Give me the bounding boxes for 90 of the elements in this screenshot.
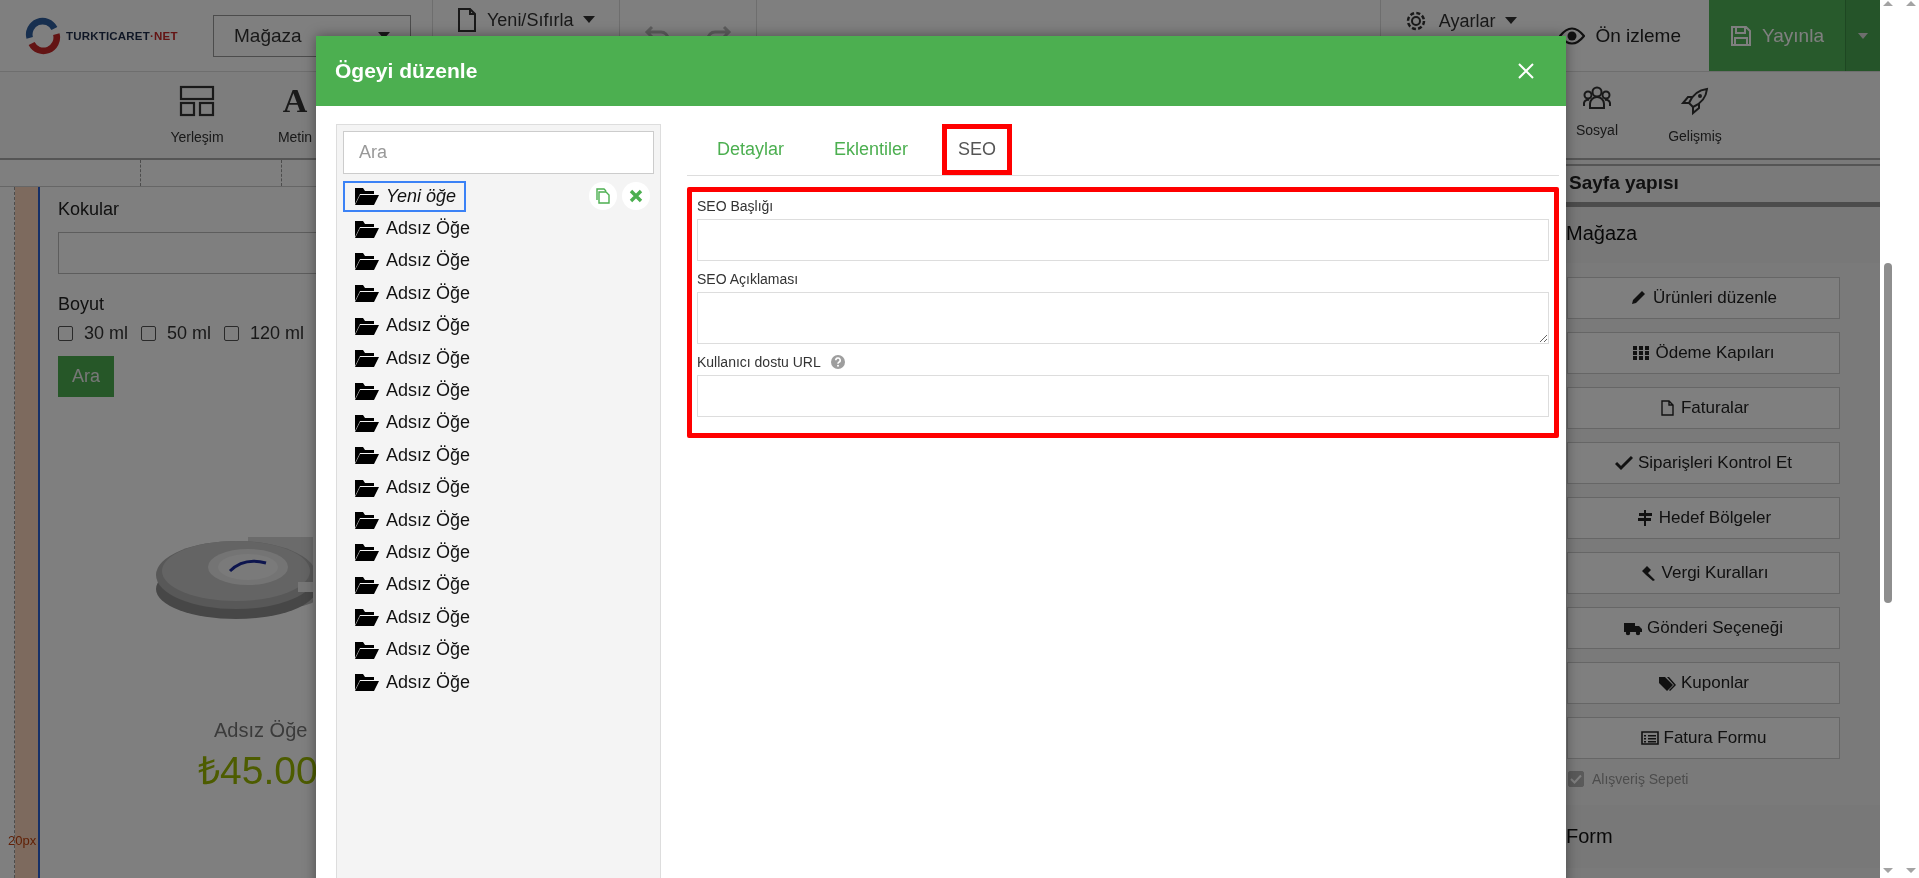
signpost-icon	[1635, 510, 1654, 526]
tab[interactable]: Detaylar	[701, 124, 801, 175]
panel-button[interactable]: Vergi Kuralları	[1567, 552, 1840, 594]
tree-item[interactable]: Adsız Öğe	[343, 277, 481, 309]
tree-item[interactable]: Adsız Öğe	[343, 601, 481, 633]
folder-icon	[354, 218, 380, 239]
grid-icon	[1632, 345, 1651, 361]
tree-item[interactable]: Adsız Öğe	[343, 666, 481, 698]
eye-icon	[1559, 26, 1586, 45]
new-reset-button[interactable]: Yeni/Sıfırla	[433, 8, 620, 32]
people-icon	[1582, 86, 1612, 110]
product-name: Adsız Öğe	[214, 719, 308, 742]
folder-icon	[354, 542, 380, 563]
preview-button[interactable]: Ön izleme	[1539, 24, 1709, 47]
toolbar-button[interactable]: Sosyal	[1552, 86, 1642, 144]
input-field[interactable]	[697, 219, 1549, 261]
file-icon	[457, 8, 477, 32]
field-label: SEO Başlığı	[697, 198, 774, 214]
tree-item[interactable]: Adsız Öğe	[343, 634, 481, 666]
tree-item[interactable]: Adsız Öğe	[343, 310, 481, 342]
help-icon[interactable]	[830, 355, 845, 369]
folder-icon	[354, 250, 380, 271]
panel-button[interactable]: Hedef Bölgeler	[1567, 497, 1840, 539]
size-label: Boyut	[58, 294, 105, 315]
size-option-label: 120 ml	[250, 323, 305, 344]
delete-icon[interactable]	[622, 182, 650, 211]
logo[interactable]: TURKTICARET·NET	[24, 16, 200, 55]
folder-icon	[354, 445, 380, 466]
tab[interactable]: Eklentiler	[818, 124, 925, 175]
size-checkbox[interactable]	[141, 326, 156, 341]
file-icon	[1658, 400, 1676, 416]
save-icon	[1730, 24, 1752, 47]
check-icon	[1615, 455, 1633, 471]
folder-icon	[354, 283, 380, 304]
cart-checkbox[interactable]	[1568, 771, 1584, 787]
tags-icon	[1657, 675, 1676, 691]
dialog-title: Ögeyi düzenle	[335, 59, 478, 83]
tree-item[interactable]: Adsız Öğe	[343, 569, 481, 601]
folder-icon	[354, 380, 380, 401]
folder-icon	[354, 607, 380, 628]
folder-icon	[354, 510, 380, 531]
tab[interactable]: SEO	[942, 124, 1013, 175]
panel-button[interactable]: Ödeme Kapıları	[1567, 332, 1840, 374]
tree-item[interactable]: Adsız Öğe	[343, 245, 481, 277]
caret-icon	[1858, 32, 1868, 39]
folder-icon	[354, 348, 380, 369]
product-price: ₺45.00	[198, 748, 318, 794]
size-checkbox[interactable]	[58, 326, 73, 341]
folder-icon	[354, 186, 380, 207]
input-field[interactable]	[697, 375, 1549, 417]
tree-item[interactable]: Adsız Öğe	[343, 375, 481, 407]
tree-item[interactable]: Adsız Öğe	[343, 439, 481, 471]
rocket-icon	[1680, 86, 1710, 116]
close-icon[interactable]	[1518, 63, 1534, 79]
settings-button[interactable]: Ayarlar	[1380, 8, 1540, 34]
folder-icon	[354, 639, 380, 660]
panel-button[interactable]: Kuponlar	[1567, 662, 1840, 704]
panel-button[interactable]: Gönderi Seçeneği	[1567, 607, 1840, 649]
tree-item[interactable]: Adsız Öğe	[343, 407, 481, 439]
toolbar-button[interactable]: Yerleşim	[152, 85, 242, 145]
field-label: SEO Açıklaması	[697, 271, 799, 287]
tree-item[interactable]: Adsız Öğe	[343, 342, 481, 374]
truck-icon	[1623, 620, 1642, 636]
margin-label: 20px	[8, 833, 37, 848]
folder-icon	[354, 315, 380, 336]
caret-icon	[583, 16, 596, 24]
size-option-label: 30 ml	[84, 323, 128, 344]
panel-button[interactable]: Siparişleri Kontrol Et	[1567, 442, 1840, 484]
folder-icon	[354, 477, 380, 498]
tree-item[interactable]: Adsız Öğe	[343, 537, 481, 568]
tree-item[interactable]: Yeni öğe	[343, 180, 467, 212]
folder-icon	[354, 412, 380, 433]
tree-item[interactable]: Adsız Öğe	[343, 472, 481, 504]
panel-button[interactable]: Fatura Formu	[1567, 717, 1840, 759]
layout-icon	[179, 85, 215, 117]
duplicate-icon[interactable]	[589, 182, 617, 211]
list-icon	[1640, 730, 1659, 746]
folder-icon	[354, 574, 380, 595]
tree-item[interactable]: Adsız Öğe	[343, 213, 481, 245]
tree-item[interactable]: Adsız Öğe	[343, 504, 481, 536]
filter-label: Kokular	[58, 199, 120, 220]
toolbar-button[interactable]: Gelişmiş	[1650, 86, 1740, 144]
folder-icon	[354, 672, 380, 693]
caret-icon	[1505, 17, 1518, 25]
panel-button[interactable]: Faturalar	[1567, 387, 1840, 429]
size-option-label: 50 ml	[167, 323, 212, 344]
search-field[interactable]: Ara	[343, 131, 654, 174]
size-checkbox[interactable]	[224, 326, 240, 341]
panel-button[interactable]: Ürünleri düzenle	[1567, 277, 1840, 319]
field-label: Kullanıcı dostu URL	[697, 354, 821, 370]
